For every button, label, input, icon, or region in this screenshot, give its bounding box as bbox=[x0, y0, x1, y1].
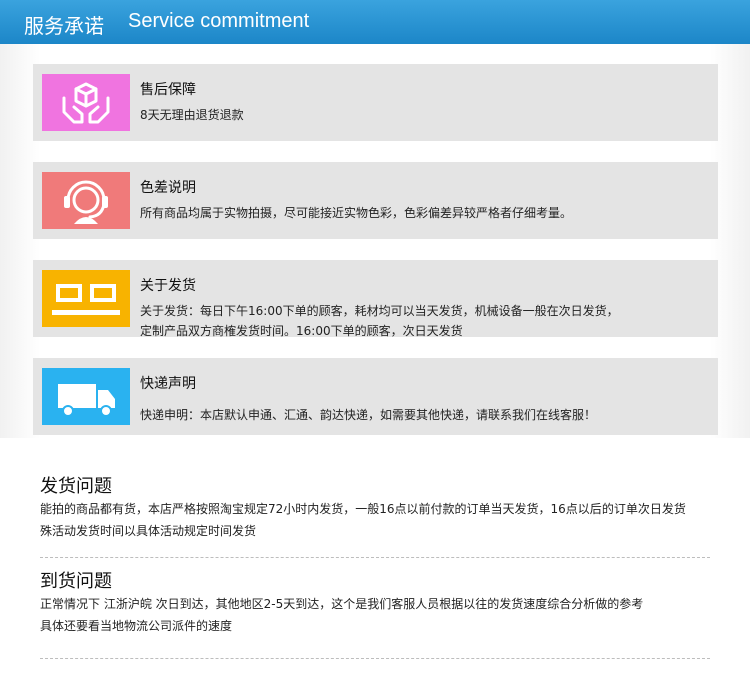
faq-title-shipping: 发货问题 bbox=[40, 476, 112, 497]
header-title-en: Service commitment bbox=[128, 10, 310, 32]
faq-text-shipping: 能拍的商品都有货，本店严格按照淘宝规定72小时内发货，一般16点以前付款的订单当… bbox=[40, 498, 686, 542]
card-desc: 所有商品均属于实物拍摄，尽可能接近实物色彩，色彩偏差异较严格者仔细考量。 bbox=[140, 203, 572, 223]
delivery-truck-icon bbox=[42, 368, 130, 425]
card-after-sales: 7 售后保障 8天无理由退货退款 bbox=[33, 64, 718, 141]
header-title-cn: 服务承诺 bbox=[24, 14, 104, 38]
card-desc-line: 所有商品均属于实物拍摄，尽可能接近实物色彩，色彩偏差异较严格者仔细考量。 bbox=[140, 206, 573, 220]
card-title: 快递声明 bbox=[140, 376, 196, 392]
card-title: 售后保障 bbox=[140, 82, 196, 98]
faq-divider bbox=[40, 557, 710, 558]
hands-package-icon: 7 bbox=[42, 74, 130, 131]
card-express: 快递声明 快递申明：本店默认申通、汇通、韵达快递，如需要其他快递，请联系我们在线… bbox=[33, 358, 718, 435]
faq-line: 殊活动发货时间以具体活动规定时间发货 bbox=[40, 524, 257, 538]
shipping-box-icon bbox=[42, 270, 130, 327]
card-title: 色差说明 bbox=[140, 180, 196, 196]
card-color-difference: 色差说明 所有商品均属于实物拍摄，尽可能接近实物色彩，色彩偏差异较严格者仔细考量… bbox=[33, 162, 718, 239]
card-desc-line: 8天无理由退货退款 bbox=[140, 108, 244, 122]
faq-divider bbox=[40, 658, 710, 659]
svg-text:7: 7 bbox=[84, 91, 89, 100]
headset-agent-icon bbox=[42, 172, 130, 229]
card-desc: 关于发货：每日下午16:00下单的顾客，耗材均可以当天发货，机械设备一般在次日发… bbox=[140, 301, 619, 341]
service-cards-section: 7 售后保障 8天无理由退货退款 色差说明 所有商品均属于实物拍摄，尽可能接近实… bbox=[0, 44, 750, 438]
faq-line: 能拍的商品都有货，本店严格按照淘宝规定72小时内发货，一般16点以前付款的订单当… bbox=[40, 502, 686, 516]
card-desc-line: 定制产品双方商榷发货时间。16:00下单的顾客，次日天发货 bbox=[140, 324, 463, 338]
faq-section: 发货问题 能拍的商品都有货，本店严格按照淘宝规定72小时内发货，一般16点以前付… bbox=[0, 438, 750, 674]
faq-text-arrival: 正常情况下 江浙沪皖 次日到达，其他地区2-5天到达，这个是我们客服人员根据以往… bbox=[40, 593, 643, 637]
card-desc-line: 快递申明：本店默认申通、汇通、韵达快递，如需要其他快递，请联系我们在线客服！ bbox=[140, 408, 597, 422]
faq-line: 具体还要看当地物流公司派件的速度 bbox=[40, 619, 233, 633]
card-shipping: 关于发货 关于发货：每日下午16:00下单的顾客，耗材均可以当天发货，机械设备一… bbox=[33, 260, 718, 338]
card-desc: 8天无理由退货退款 bbox=[140, 105, 244, 125]
card-desc-line: 关于发货：每日下午16:00下单的顾客，耗材均可以当天发货，机械设备一般在次日发… bbox=[140, 304, 619, 318]
faq-title-arrival: 到货问题 bbox=[40, 571, 112, 592]
page-header: 服务承诺 Service commitment bbox=[0, 0, 750, 44]
faq-line: 正常情况下 江浙沪皖 次日到达，其他地区2-5天到达，这个是我们客服人员根据以往… bbox=[40, 597, 644, 611]
card-title: 关于发货 bbox=[140, 278, 196, 294]
card-desc: 快递申明：本店默认申通、汇通、韵达快递，如需要其他快递，请联系我们在线客服！ bbox=[140, 399, 596, 425]
